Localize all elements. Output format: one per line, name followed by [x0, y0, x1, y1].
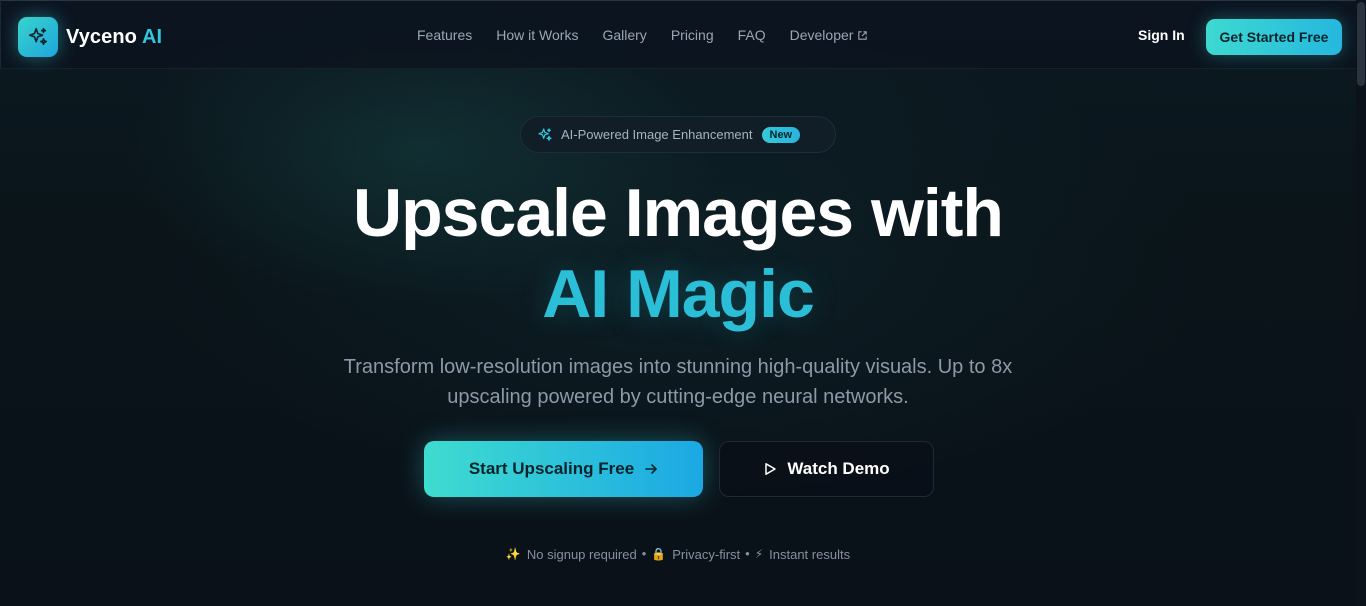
external-link-icon — [858, 30, 868, 40]
start-upscaling-button[interactable]: Start Upscaling Free — [424, 441, 703, 497]
arrow-right-icon — [645, 464, 657, 474]
nav-link-label: FAQ — [737, 27, 766, 43]
feature-item: 🔒 Privacy-first — [651, 547, 740, 562]
scrollbar-thumb[interactable] — [1357, 2, 1365, 86]
feature-item: ✨ No signup required — [506, 547, 637, 562]
hero-headline-accent: AI Magic — [542, 256, 815, 332]
brand-logo — [18, 17, 58, 57]
feature-item: ⚡ Instant results — [755, 547, 850, 562]
lock-icon: 🔒 — [651, 547, 667, 561]
brand-name-accent: AI — [142, 25, 163, 48]
nav-link-label: Pricing — [670, 27, 714, 43]
start-upscaling-label: Start Upscaling Free — [468, 459, 635, 478]
feature-text: No signup required — [526, 546, 637, 562]
get-started-button[interactable]: Get Started Free — [1206, 19, 1342, 55]
sparkles-icon — [538, 127, 552, 141]
nav-link-developer[interactable]: Developer — [790, 27, 869, 43]
sparkle-emoji-icon: ✨ — [505, 547, 521, 561]
feature-highlights: ✨ No signup required • 🔒 Privacy-first • ⚡ Inst… — [0, 546, 1356, 562]
watch-demo-button[interactable]: Watch Demo — [719, 441, 934, 497]
watch-demo-label: Watch Demo — [787, 459, 890, 478]
feature-text: Privacy-first — [672, 546, 741, 562]
nav-link-label: Gallery — [602, 27, 647, 43]
nav-link-gallery[interactable]: Gallery — [602, 27, 646, 43]
landing-page: Vyceno AI Features How it Works Gallery P… — [0, 0, 1366, 606]
announcement-badge: AI-Powered Image Enhancement New — [520, 116, 836, 153]
nav-links: Features How it Works Gallery Pricing FA… — [417, 27, 868, 43]
separator: • — [641, 546, 647, 561]
lightning-icon: ⚡ — [754, 547, 764, 561]
top-navbar: Vyceno AI Features How it Works Gallery P… — [0, 0, 1366, 69]
sign-in-link[interactable]: Sign In — [1138, 27, 1185, 43]
sparkles-icon — [28, 27, 48, 46]
nav-link-faq[interactable]: FAQ — [738, 27, 766, 43]
brand-name-text: Vyceno — [66, 25, 138, 48]
nav-link-how-it-works[interactable]: How it Works — [496, 27, 578, 43]
hero-subtitle: Transform low-resolution images into stu… — [343, 356, 1013, 408]
separator: • — [745, 546, 750, 561]
nav-link-label: Developer — [789, 27, 854, 43]
badge-text: AI-Powered Image Enhancement — [561, 127, 753, 142]
feature-text: Instant results — [769, 546, 851, 562]
brand-name: Vyceno AI — [66, 26, 162, 49]
brand[interactable]: Vyceno AI — [18, 17, 162, 57]
nav-link-features[interactable]: Features — [417, 27, 472, 43]
nav-link-label: How it Works — [496, 27, 579, 43]
hero-headline: Upscale Images with — [353, 175, 1004, 251]
scrollbar[interactable] — [1356, 0, 1366, 606]
nav-link-label: Features — [417, 27, 473, 43]
new-tag: New — [761, 126, 801, 143]
nav-link-pricing[interactable]: Pricing — [671, 27, 714, 43]
play-icon — [765, 463, 777, 475]
